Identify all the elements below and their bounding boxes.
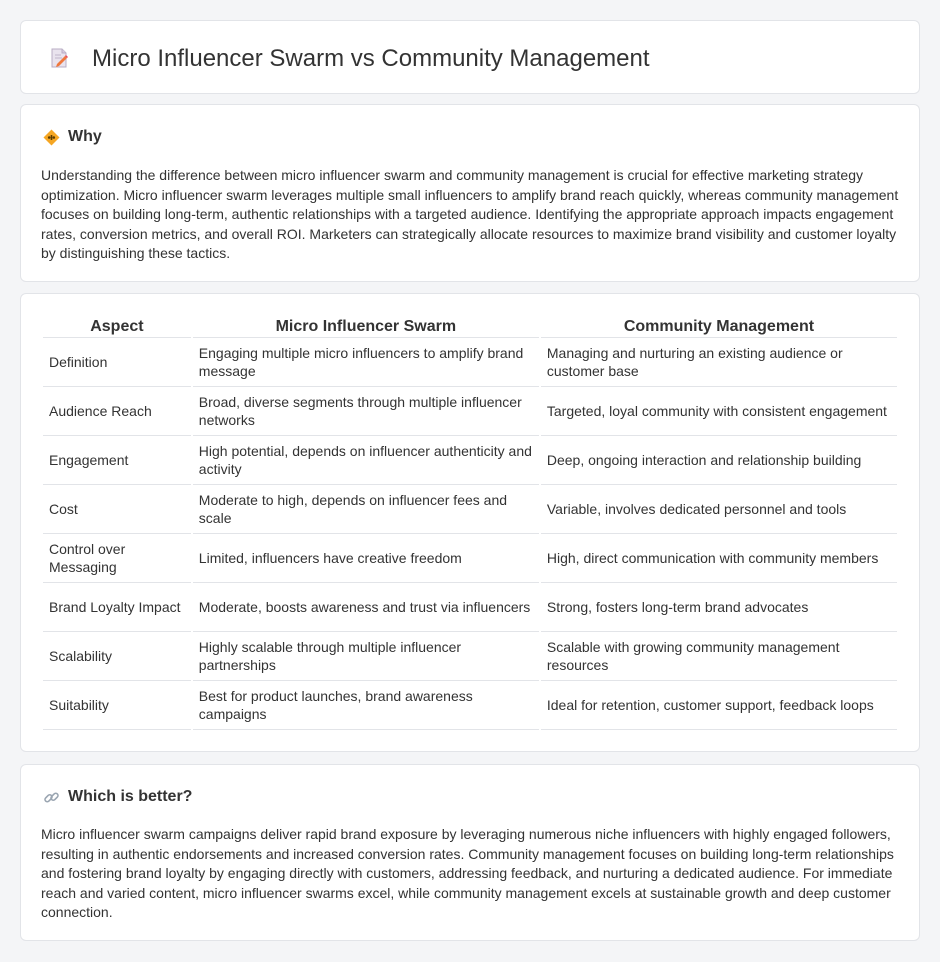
community-cell: Ideal for retention, customer support, f… bbox=[540, 681, 897, 730]
community-cell: Strong, fosters long-term brand advocate… bbox=[540, 583, 897, 632]
swarm-cell: Broad, diverse segments through multiple… bbox=[192, 387, 539, 436]
why-section: Why Understanding the difference between… bbox=[20, 104, 920, 282]
community-cell: Scalable with growing community manageme… bbox=[540, 632, 897, 681]
aspect-cell: Cost bbox=[43, 485, 191, 534]
aspect-cell: Suitability bbox=[43, 681, 191, 730]
which-is-better-section: Which is better? Micro influencer swarm … bbox=[20, 764, 920, 941]
why-text: Understanding the difference between mic… bbox=[41, 167, 899, 262]
aspect-cell: Control over Messaging bbox=[43, 534, 191, 583]
aspect-cell: Scalability bbox=[43, 632, 191, 681]
comparison-table: Aspect Micro Influencer Swarm Community … bbox=[41, 316, 899, 730]
better-heading: Which is better? bbox=[68, 788, 193, 805]
table-row: Definition Engaging multiple micro influ… bbox=[43, 338, 897, 387]
aspect-cell: Brand Loyalty Impact bbox=[43, 583, 191, 632]
swarm-cell: Moderate to high, depends on influencer … bbox=[192, 485, 539, 534]
table-row: Suitability Best for product launches, b… bbox=[43, 681, 897, 730]
better-text: Micro influencer swarm campaigns deliver… bbox=[41, 826, 894, 921]
aspect-cell: Audience Reach bbox=[43, 387, 191, 436]
column-header-micro-influencer-swarm: Micro Influencer Swarm bbox=[192, 316, 539, 338]
table-row: Engagement High potential, depends on in… bbox=[43, 436, 897, 485]
table-row: Scalability Highly scalable through mult… bbox=[43, 632, 897, 681]
why-heading-row: Why bbox=[43, 127, 102, 147]
comparison-section: Aspect Micro Influencer Swarm Community … bbox=[20, 293, 920, 752]
diamond-warning-icon bbox=[43, 129, 60, 146]
why-heading: Why bbox=[68, 128, 102, 145]
link-icon bbox=[43, 789, 60, 806]
table-header-row: Aspect Micro Influencer Swarm Community … bbox=[43, 316, 897, 338]
community-cell: Variable, involves dedicated personnel a… bbox=[540, 485, 897, 534]
swarm-cell: Best for product launches, brand awarene… bbox=[192, 681, 539, 730]
swarm-cell: Limited, influencers have creative freed… bbox=[192, 534, 539, 583]
community-cell: High, direct communication with communit… bbox=[540, 534, 897, 583]
column-header-aspect: Aspect bbox=[43, 316, 191, 338]
table-row: Brand Loyalty Impact Moderate, boosts aw… bbox=[43, 583, 897, 632]
community-cell: Targeted, loyal community with consisten… bbox=[540, 387, 897, 436]
swarm-cell: Engaging multiple micro influencers to a… bbox=[192, 338, 539, 387]
document-edit-icon bbox=[48, 47, 70, 69]
swarm-cell: Highly scalable through multiple influen… bbox=[192, 632, 539, 681]
table-row: Audience Reach Broad, diverse segments t… bbox=[43, 387, 897, 436]
swarm-cell: Moderate, boosts awareness and trust via… bbox=[192, 583, 539, 632]
header-card: Micro Influencer Swarm vs Community Mana… bbox=[20, 20, 920, 94]
aspect-cell: Engagement bbox=[43, 436, 191, 485]
aspect-cell: Definition bbox=[43, 338, 191, 387]
table-row: Control over Messaging Limited, influenc… bbox=[43, 534, 897, 583]
column-header-community-management: Community Management bbox=[540, 316, 897, 338]
community-cell: Deep, ongoing interaction and relationsh… bbox=[540, 436, 897, 485]
better-heading-row: Which is better? bbox=[43, 787, 192, 807]
page-title: Micro Influencer Swarm vs Community Mana… bbox=[92, 45, 650, 72]
swarm-cell: High potential, depends on influencer au… bbox=[192, 436, 539, 485]
community-cell: Managing and nurturing an existing audie… bbox=[540, 338, 897, 387]
table-row: Cost Moderate to high, depends on influe… bbox=[43, 485, 897, 534]
